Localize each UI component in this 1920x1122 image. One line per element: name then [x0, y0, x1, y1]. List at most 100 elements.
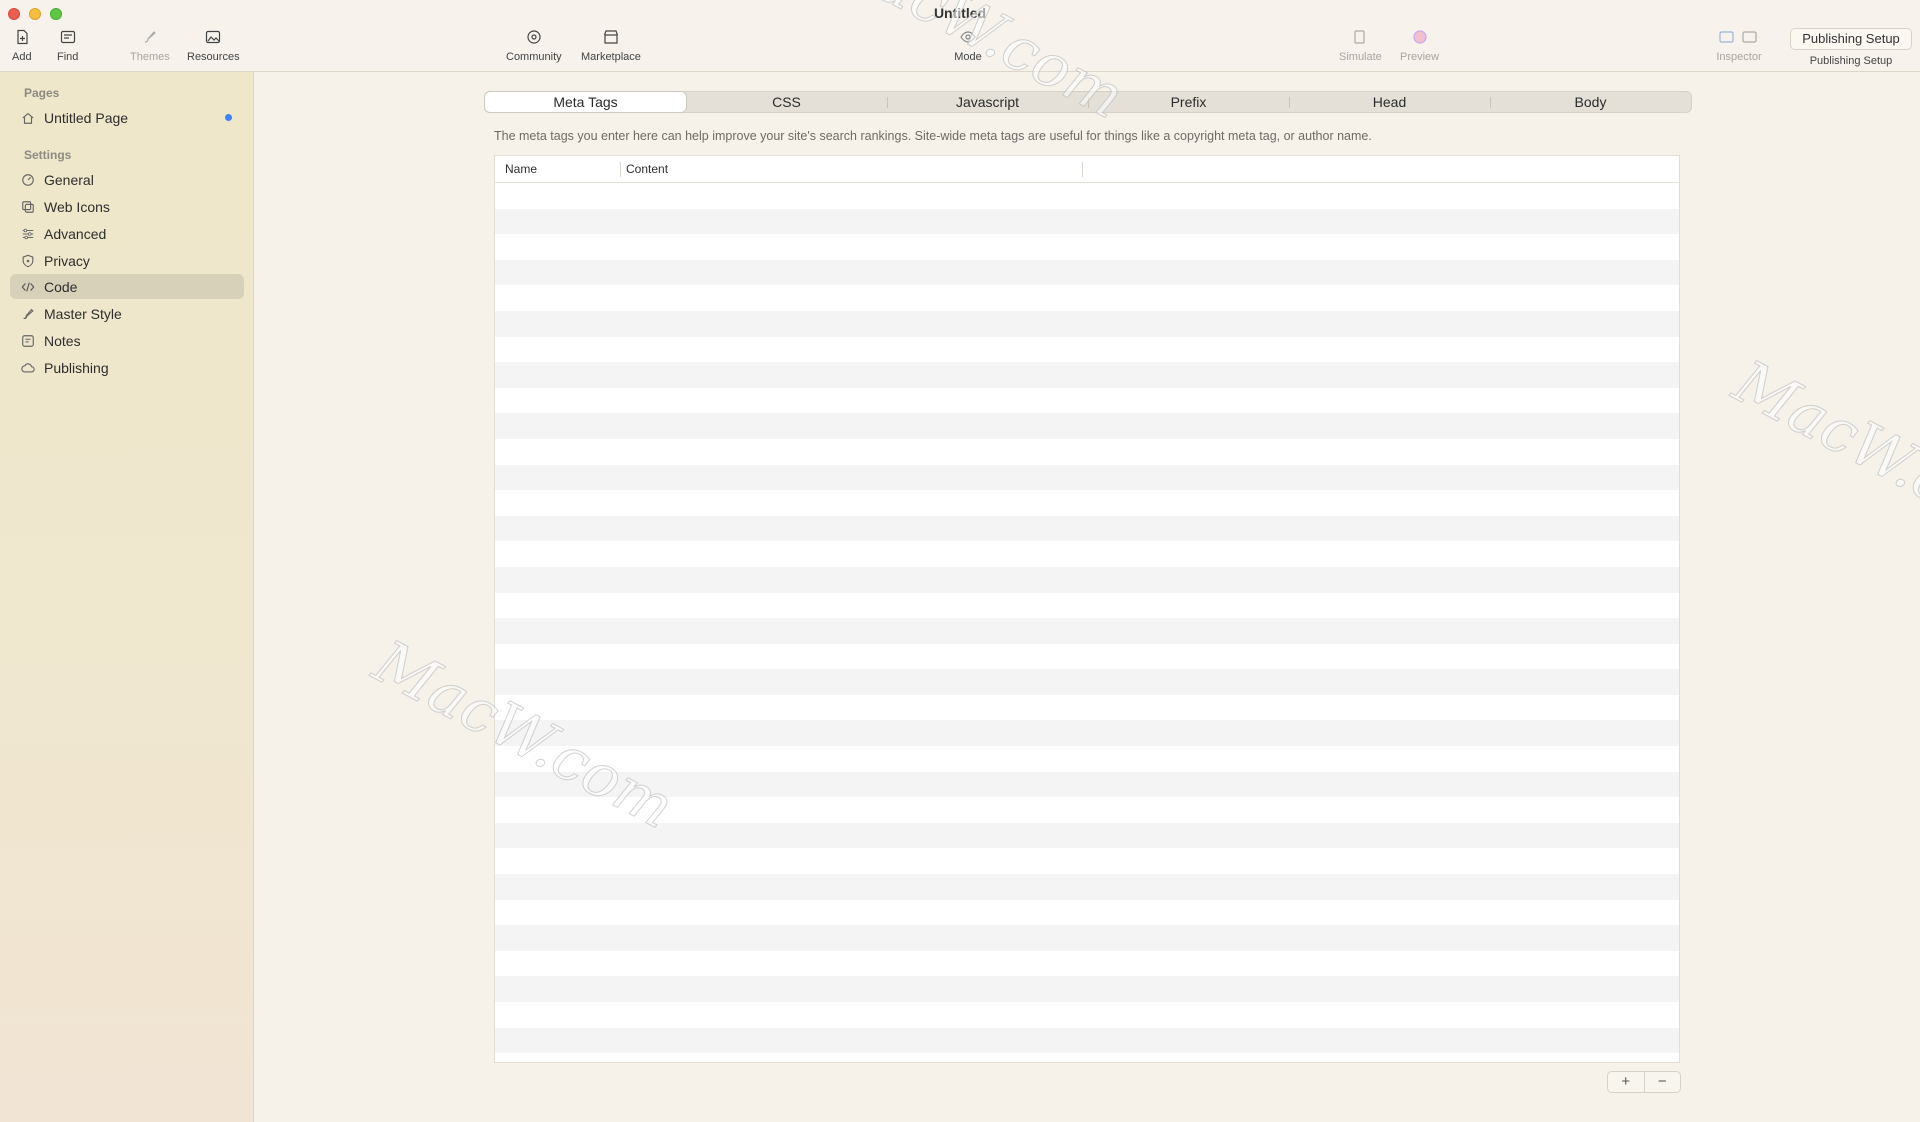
community-button[interactable]: Community — [506, 28, 562, 63]
table-row[interactable] — [495, 413, 1679, 439]
inspector-button[interactable]: Inspector — [1714, 28, 1764, 63]
sidebar-item-label: General — [44, 171, 94, 188]
table-row[interactable] — [495, 490, 1679, 516]
sidebar-item-advanced[interactable]: Advanced — [10, 221, 244, 246]
table-row[interactable] — [495, 285, 1679, 311]
table-header: Name Content — [495, 156, 1679, 183]
preview-icon — [1411, 28, 1429, 46]
sidebar: Pages Untitled Page Settings General Web… — [0, 72, 254, 1122]
table-row[interactable] — [495, 899, 1679, 926]
table-row[interactable] — [495, 925, 1679, 951]
themes-label: Themes — [130, 51, 170, 63]
column-header-content[interactable]: Content — [620, 156, 1082, 182]
themes-button[interactable]: Themes — [130, 28, 170, 63]
resources-button[interactable]: Resources — [187, 28, 240, 63]
publishing-setup-button[interactable]: Publishing Setup — [1790, 28, 1912, 50]
simulate-button[interactable]: Simulate — [1339, 28, 1382, 63]
sidebar-item-untitled-page[interactable]: Untitled Page — [10, 105, 244, 130]
community-label: Community — [506, 51, 562, 63]
table-row[interactable] — [495, 797, 1679, 823]
meta-tags-description: The meta tags you enter here can help im… — [494, 129, 1372, 143]
web-icons-icon — [20, 199, 36, 215]
table-row[interactable] — [495, 976, 1679, 1002]
resources-label: Resources — [187, 51, 240, 63]
table-row[interactable] — [495, 1053, 1679, 1062]
marketplace-button[interactable]: Marketplace — [581, 28, 641, 63]
table-row[interactable] — [495, 694, 1679, 721]
table-row[interactable] — [495, 566, 1679, 593]
preview-button[interactable]: Preview — [1400, 28, 1439, 63]
tab-prefix[interactable]: Prefix — [1088, 92, 1289, 112]
meta-tags-table[interactable]: Name Content — [494, 155, 1680, 1063]
tab-body[interactable]: Body — [1490, 92, 1691, 112]
preview-label: Preview — [1400, 51, 1440, 63]
tab-head[interactable]: Head — [1289, 92, 1490, 112]
column-header-name[interactable]: Name — [495, 156, 620, 182]
simulate-label: Simulate — [1339, 51, 1382, 63]
table-row[interactable] — [495, 336, 1679, 363]
table-row[interactable] — [495, 310, 1679, 337]
table-row[interactable] — [495, 592, 1679, 619]
sidebar-item-notes[interactable]: Notes — [10, 328, 244, 353]
table-row[interactable] — [495, 771, 1679, 798]
tab-javascript[interactable]: Javascript — [887, 92, 1088, 112]
inspector-label: Inspector — [1716, 51, 1762, 63]
table-row[interactable] — [495, 387, 1679, 414]
shield-icon — [20, 253, 36, 269]
sidebar-item-master-style[interactable]: Master Style — [10, 301, 244, 326]
cloud-icon — [20, 360, 36, 376]
eye-icon — [948, 28, 988, 46]
add-label: Add — [12, 51, 32, 63]
sidebar-item-general[interactable]: General — [10, 167, 244, 192]
sidebar-item-publishing[interactable]: Publishing — [10, 355, 244, 380]
table-row[interactable] — [495, 234, 1679, 260]
table-row[interactable] — [495, 183, 1679, 209]
sliders-icon — [20, 226, 36, 242]
general-icon — [20, 172, 36, 188]
table-row[interactable] — [495, 464, 1679, 491]
table-row[interactable] — [495, 720, 1679, 747]
table-row[interactable] — [495, 1027, 1679, 1054]
sidebar-item-label: Code — [44, 278, 78, 295]
sidebar-item-code[interactable]: Code — [10, 274, 244, 299]
window-title: Untitled — [933, 5, 987, 21]
tab-meta-tags[interactable]: Meta Tags — [485, 92, 686, 112]
table-row[interactable] — [495, 208, 1679, 235]
store-icon — [602, 28, 620, 46]
find-button[interactable]: Find — [57, 28, 78, 63]
settings-header: Settings — [24, 148, 72, 162]
add-button[interactable]: Add — [12, 28, 32, 63]
home-icon — [20, 110, 36, 126]
mode-label: Mode — [954, 51, 982, 63]
find-icon — [59, 28, 77, 46]
community-icon — [525, 28, 543, 46]
tab-css[interactable]: CSS — [686, 92, 887, 112]
table-row[interactable] — [495, 259, 1679, 286]
table-row[interactable] — [495, 541, 1679, 567]
table-row[interactable] — [495, 515, 1679, 542]
table-row[interactable] — [495, 438, 1679, 465]
sidebar-item-privacy[interactable]: Privacy — [10, 248, 244, 273]
table-row[interactable] — [495, 822, 1679, 849]
unsaved-dot — [225, 114, 232, 121]
table-row[interactable] — [495, 362, 1679, 388]
column-header-extra — [1082, 156, 1679, 182]
table-row[interactable] — [495, 618, 1679, 644]
add-meta-tag-button[interactable]: + — [1608, 1072, 1644, 1092]
table-row[interactable] — [495, 669, 1679, 695]
remove-meta-tag-button[interactable]: − — [1643, 1072, 1681, 1092]
table-row[interactable] — [495, 1002, 1679, 1028]
table-row[interactable] — [495, 950, 1679, 977]
mode-button[interactable]: Mode — [948, 28, 988, 63]
table-row[interactable] — [495, 848, 1679, 875]
notes-icon — [20, 333, 36, 349]
table-row[interactable] — [495, 643, 1679, 670]
add-remove-control: + − — [1607, 1071, 1681, 1093]
inspector-icon — [1714, 28, 1764, 46]
sidebar-item-web-icons[interactable]: Web Icons — [10, 194, 244, 219]
main-content: Meta Tags CSS Javascript Prefix Head Bod… — [255, 72, 1920, 1122]
code-icon — [20, 279, 36, 295]
publishing-setup-caption: Publishing Setup — [1809, 55, 1893, 67]
table-row[interactable] — [495, 746, 1679, 772]
table-row[interactable] — [495, 874, 1679, 900]
